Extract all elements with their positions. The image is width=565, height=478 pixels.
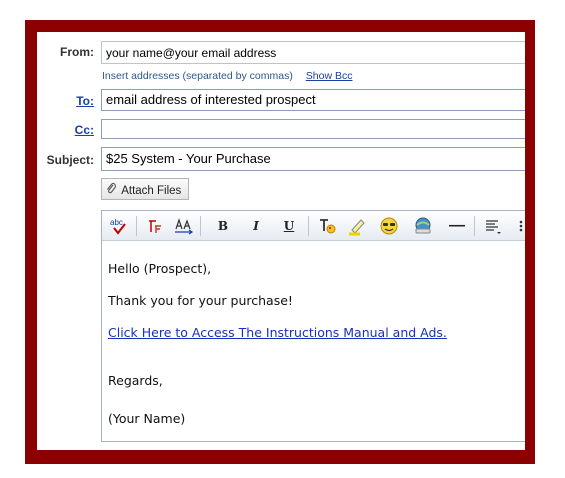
attach-files-label: Attach Files bbox=[121, 185, 182, 197]
insert-addresses-hint: Insert addresses (separated by commas) S… bbox=[102, 70, 352, 82]
message-editor[interactable]: abc B I U — Hello (Prospect), Thank you … bbox=[101, 210, 525, 442]
horizontal-rule-button[interactable]: — bbox=[446, 215, 468, 237]
attach-files-button[interactable]: Attach Files bbox=[101, 178, 189, 200]
font-icon[interactable] bbox=[144, 215, 166, 237]
subject-field[interactable]: $25 System - Your Purchase bbox=[101, 147, 525, 171]
greeting-line: Hello (Prospect), bbox=[108, 261, 212, 276]
red-frame: From: your name@your email address Inser… bbox=[25, 20, 535, 464]
to-link[interactable]: To: bbox=[76, 94, 94, 108]
svg-text:abc: abc bbox=[110, 218, 123, 227]
insert-image-icon[interactable] bbox=[412, 215, 434, 237]
underline-button[interactable]: U bbox=[278, 215, 300, 237]
toolbar-separator bbox=[136, 216, 137, 236]
more-options-icon[interactable] bbox=[510, 215, 525, 237]
paperclip-icon bbox=[106, 182, 119, 197]
cc-field[interactable] bbox=[101, 119, 525, 139]
cc-link[interactable]: Cc: bbox=[75, 123, 94, 137]
bold-button[interactable]: B bbox=[212, 215, 234, 237]
show-bcc-link[interactable]: Show Bcc bbox=[306, 70, 353, 82]
emoticon-icon[interactable] bbox=[378, 215, 400, 237]
thanks-line: Thank you for your purchase! bbox=[108, 293, 293, 308]
from-field[interactable]: your name@your email address bbox=[101, 41, 525, 64]
instructions-link[interactable]: Click Here to Access The Instructions Ma… bbox=[108, 325, 447, 340]
align-dropdown-icon[interactable] bbox=[482, 215, 504, 237]
spellcheck-icon[interactable]: abc bbox=[108, 215, 130, 237]
highlight-icon[interactable] bbox=[346, 215, 368, 237]
subject-label: Subject: bbox=[46, 153, 94, 167]
text-color-icon[interactable] bbox=[316, 215, 338, 237]
insert-hint-text: Insert addresses (separated by commas) bbox=[102, 70, 293, 82]
regards-line: Regards, bbox=[108, 373, 163, 388]
italic-button[interactable]: I bbox=[245, 215, 267, 237]
from-label: From: bbox=[60, 45, 94, 59]
formatting-toolbar: abc B I U — bbox=[102, 211, 525, 241]
toolbar-separator bbox=[200, 216, 201, 236]
toolbar-separator bbox=[308, 216, 309, 236]
font-size-icon[interactable] bbox=[173, 215, 195, 237]
toolbar-separator bbox=[474, 216, 475, 236]
to-field[interactable]: email address of interested prospect bbox=[101, 89, 525, 111]
signature-line: (Your Name) bbox=[108, 411, 186, 426]
compose-panel: From: your name@your email address Inser… bbox=[37, 32, 525, 450]
